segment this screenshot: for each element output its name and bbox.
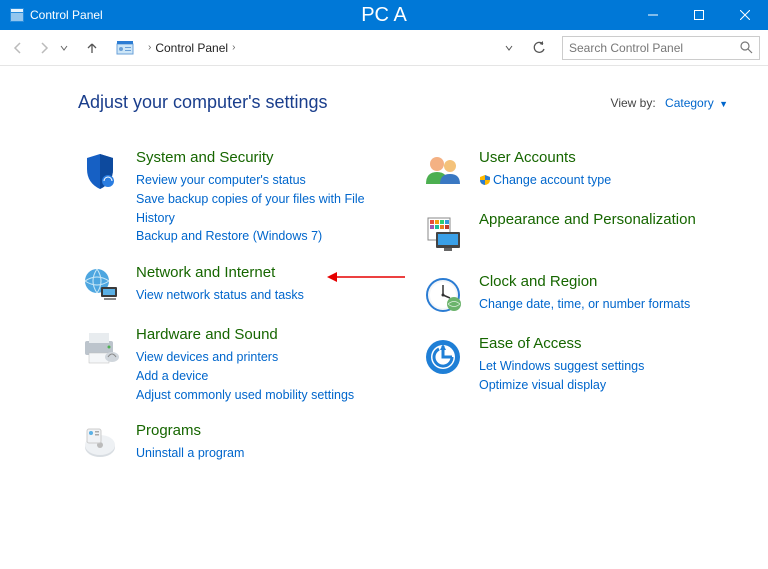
- category-title[interactable]: User Accounts: [479, 149, 576, 167]
- category-system-security: System and Security Review your computer…: [78, 149, 385, 246]
- control-panel-icon: [10, 8, 24, 22]
- breadcrumb-item[interactable]: Control Panel: [155, 41, 228, 55]
- uac-shield-icon: [479, 174, 491, 186]
- breadcrumb[interactable]: › Control Panel ›: [144, 35, 522, 61]
- link-backup-restore[interactable]: Backup and Restore (Windows 7): [136, 227, 385, 246]
- titlebar: Control Panel PC A: [0, 0, 768, 30]
- link-date-time-formats[interactable]: Change date, time, or number formats: [479, 295, 690, 314]
- category-ease-of-access: Ease of Access Let Windows suggest setti…: [421, 335, 728, 395]
- viewby-label: View by:: [611, 96, 656, 110]
- appearance-icon: [421, 211, 465, 255]
- category-title[interactable]: Appearance and Personalization: [479, 211, 696, 229]
- link-devices-printers[interactable]: View devices and printers: [136, 348, 354, 367]
- navbar: › Control Panel › Search Control Panel: [0, 30, 768, 66]
- search-placeholder: Search Control Panel: [569, 41, 683, 55]
- caret-down-icon[interactable]: ▼: [719, 99, 728, 109]
- user-accounts-icon: [421, 149, 465, 193]
- category-title[interactable]: Clock and Region: [479, 273, 597, 291]
- chevron-right-icon: ›: [148, 42, 151, 53]
- right-column: User Accounts Change account type Appear…: [421, 149, 728, 484]
- ease-of-access-icon: [421, 335, 465, 379]
- category-network-internet: Network and Internet View network status…: [78, 264, 385, 308]
- back-button[interactable]: [8, 38, 28, 58]
- link-add-device[interactable]: Add a device: [136, 367, 354, 386]
- category-clock-region: Clock and Region Change date, time, or n…: [421, 273, 728, 317]
- category-title[interactable]: Network and Internet: [136, 264, 275, 282]
- programs-icon: [78, 422, 122, 466]
- refresh-button[interactable]: [528, 41, 550, 55]
- globe-network-icon: [78, 264, 122, 308]
- link-suggest-settings[interactable]: Let Windows suggest settings: [479, 357, 644, 376]
- category-appearance: Appearance and Personalization: [421, 211, 728, 255]
- page-title: Adjust your computer's settings: [78, 92, 328, 113]
- app-title: Control Panel: [30, 8, 103, 22]
- left-column: System and Security Review your computer…: [78, 149, 385, 484]
- close-button[interactable]: [722, 0, 768, 30]
- content: Adjust your computer's settings View by:…: [0, 66, 768, 494]
- link-optimize-display[interactable]: Optimize visual display: [479, 376, 644, 395]
- maximize-button[interactable]: [676, 0, 722, 30]
- search-input[interactable]: Search Control Panel: [562, 36, 760, 60]
- link-file-history[interactable]: Save backup copies of your files with Fi…: [136, 190, 385, 228]
- search-icon: [740, 41, 753, 54]
- category-user-accounts: User Accounts Change account type: [421, 149, 728, 193]
- category-programs: Programs Uninstall a program: [78, 422, 385, 466]
- recent-locations-button[interactable]: [60, 44, 68, 52]
- category-title[interactable]: Programs: [136, 422, 201, 440]
- printer-icon: [78, 326, 122, 370]
- viewby: View by: Category ▼: [611, 96, 728, 110]
- clock-icon: [421, 273, 465, 317]
- forward-button[interactable]: [34, 38, 54, 58]
- category-title[interactable]: Hardware and Sound: [136, 326, 278, 344]
- shield-icon: [78, 149, 122, 193]
- location-icon: [116, 40, 134, 56]
- chevron-right-icon: ›: [232, 42, 235, 53]
- annotation-arrow-icon: [327, 270, 405, 284]
- up-button[interactable]: [82, 38, 102, 58]
- link-change-account-type[interactable]: Change account type: [493, 173, 611, 187]
- link-uninstall[interactable]: Uninstall a program: [136, 444, 244, 463]
- link-network-status[interactable]: View network status and tasks: [136, 286, 304, 305]
- address-dropdown[interactable]: [504, 43, 514, 53]
- viewby-value[interactable]: Category: [665, 96, 714, 110]
- link-mobility-settings[interactable]: Adjust commonly used mobility settings: [136, 386, 354, 405]
- category-title[interactable]: Ease of Access: [479, 335, 582, 353]
- minimize-button[interactable]: [630, 0, 676, 30]
- category-hardware-sound: Hardware and Sound View devices and prin…: [78, 326, 385, 404]
- link-review-status[interactable]: Review your computer's status: [136, 171, 385, 190]
- category-title[interactable]: System and Security: [136, 149, 274, 167]
